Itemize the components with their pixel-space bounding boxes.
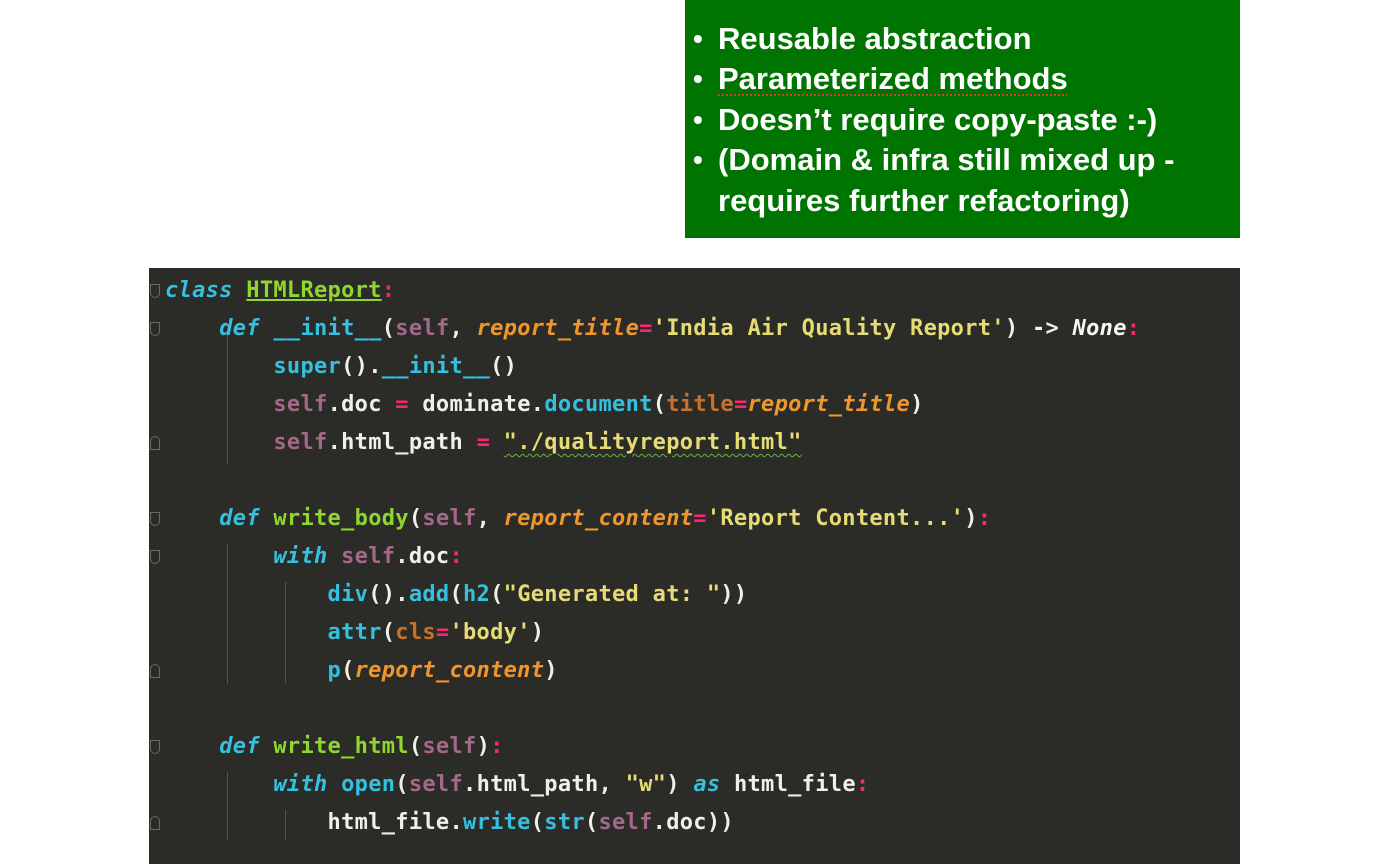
bullet-dot-icon: • — [693, 23, 703, 54]
fold-marker-icon[interactable] — [150, 284, 160, 298]
code-line[interactable]: def write_body(self, report_content='Rep… — [165, 500, 991, 538]
code-line[interactable]: html_file.write(str(self.doc)) — [165, 804, 734, 842]
code-line[interactable]: class HTMLReport: — [165, 272, 395, 310]
code-line[interactable]: attr(cls='body') — [165, 614, 544, 652]
code-line[interactable]: with self.doc: — [165, 538, 463, 576]
code-line[interactable]: super().__init__() — [165, 348, 517, 386]
fold-marker-icon[interactable] — [150, 512, 160, 526]
fold-marker-icon[interactable] — [150, 322, 160, 336]
bullet-dot-icon: • — [693, 144, 703, 175]
summary-callout: • Reusable abstraction • Parameterized m… — [685, 0, 1240, 238]
bullet-dot-icon: • — [693, 104, 703, 135]
fold-marker-icon[interactable] — [150, 550, 160, 564]
fold-marker-icon[interactable] — [150, 436, 160, 450]
code-line[interactable]: def __init__(self, report_title='India A… — [165, 310, 1140, 348]
fold-marker-icon[interactable] — [150, 664, 160, 678]
code-line[interactable]: with open(self.html_path, "w") as html_f… — [165, 766, 869, 804]
code-line[interactable]: self.doc = dominate.document(title=repor… — [165, 386, 924, 424]
code-line[interactable]: def write_html(self): — [165, 728, 504, 766]
code-line[interactable]: self.html_path = "./qualityreport.html" — [165, 424, 802, 462]
code-line[interactable]: div().add(h2("Generated at: ")) — [165, 576, 748, 614]
bullet-dot-icon: • — [693, 63, 703, 94]
code-line[interactable]: p(report_content) — [165, 652, 558, 690]
fold-marker-icon[interactable] — [150, 816, 160, 830]
code-editor[interactable]: class HTMLReport: def __init__(self, rep… — [149, 268, 1240, 864]
fold-marker-icon[interactable] — [150, 740, 160, 754]
